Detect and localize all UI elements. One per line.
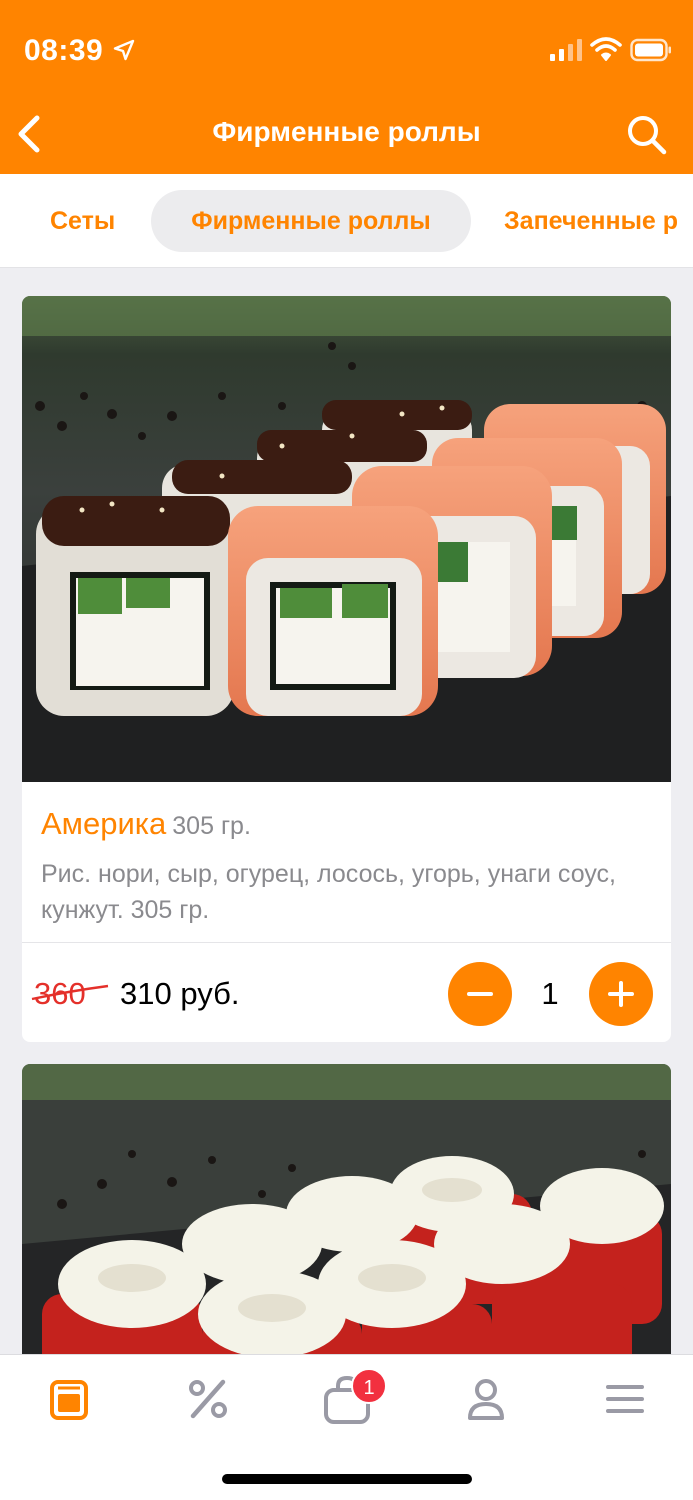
- increase-quantity-button[interactable]: [589, 962, 653, 1026]
- product-title-row: Америка 305 гр.: [41, 806, 251, 842]
- product-weight: 305 гр.: [172, 812, 251, 840]
- plus-icon: [608, 981, 634, 1007]
- product-card[interactable]: [22, 296, 671, 1042]
- wifi-icon: [590, 37, 622, 61]
- tab-sets[interactable]: Сеты: [18, 190, 147, 252]
- percent-icon[interactable]: [183, 1374, 233, 1424]
- status-time: 08:39: [24, 34, 104, 67]
- divider: [22, 942, 671, 943]
- profile-icon[interactable]: [461, 1374, 511, 1424]
- location-arrow-icon: [113, 39, 135, 61]
- product-description: Рис. нори, сыр, огурец, лосось, угорь, у…: [41, 860, 616, 924]
- strikethrough: [31, 984, 109, 1001]
- tab-baked-rolls[interactable]: Запеченные р: [472, 190, 693, 252]
- product-photo: [22, 1064, 671, 1364]
- home-indicator: [222, 1474, 472, 1484]
- product-photo: [22, 296, 671, 782]
- hamburger-menu-icon[interactable]: [600, 1374, 650, 1424]
- product-name: Америка: [41, 806, 167, 841]
- search-icon[interactable]: [624, 112, 668, 156]
- minus-icon: [467, 992, 493, 996]
- menu-book-icon[interactable]: [44, 1374, 94, 1424]
- quantity-value: 1: [541, 976, 559, 1011]
- product-card[interactable]: [22, 1064, 671, 1364]
- battery-icon: [630, 38, 671, 62]
- tab-signature-rolls[interactable]: Фирменные роллы: [151, 190, 471, 252]
- status-bar: 08:39: [0, 0, 693, 100]
- category-tabs: Сеты Фирменные роллы Запеченные р: [0, 174, 693, 268]
- cellular-signal-icon: [550, 39, 582, 61]
- decrease-quantity-button[interactable]: [448, 962, 512, 1026]
- current-price: 310 руб.: [120, 976, 240, 1011]
- cart-count-badge: 1: [351, 1368, 387, 1404]
- app-header: 08:39 Фирменные роллы: [0, 0, 693, 174]
- page-title: Фирменные роллы: [212, 116, 481, 147]
